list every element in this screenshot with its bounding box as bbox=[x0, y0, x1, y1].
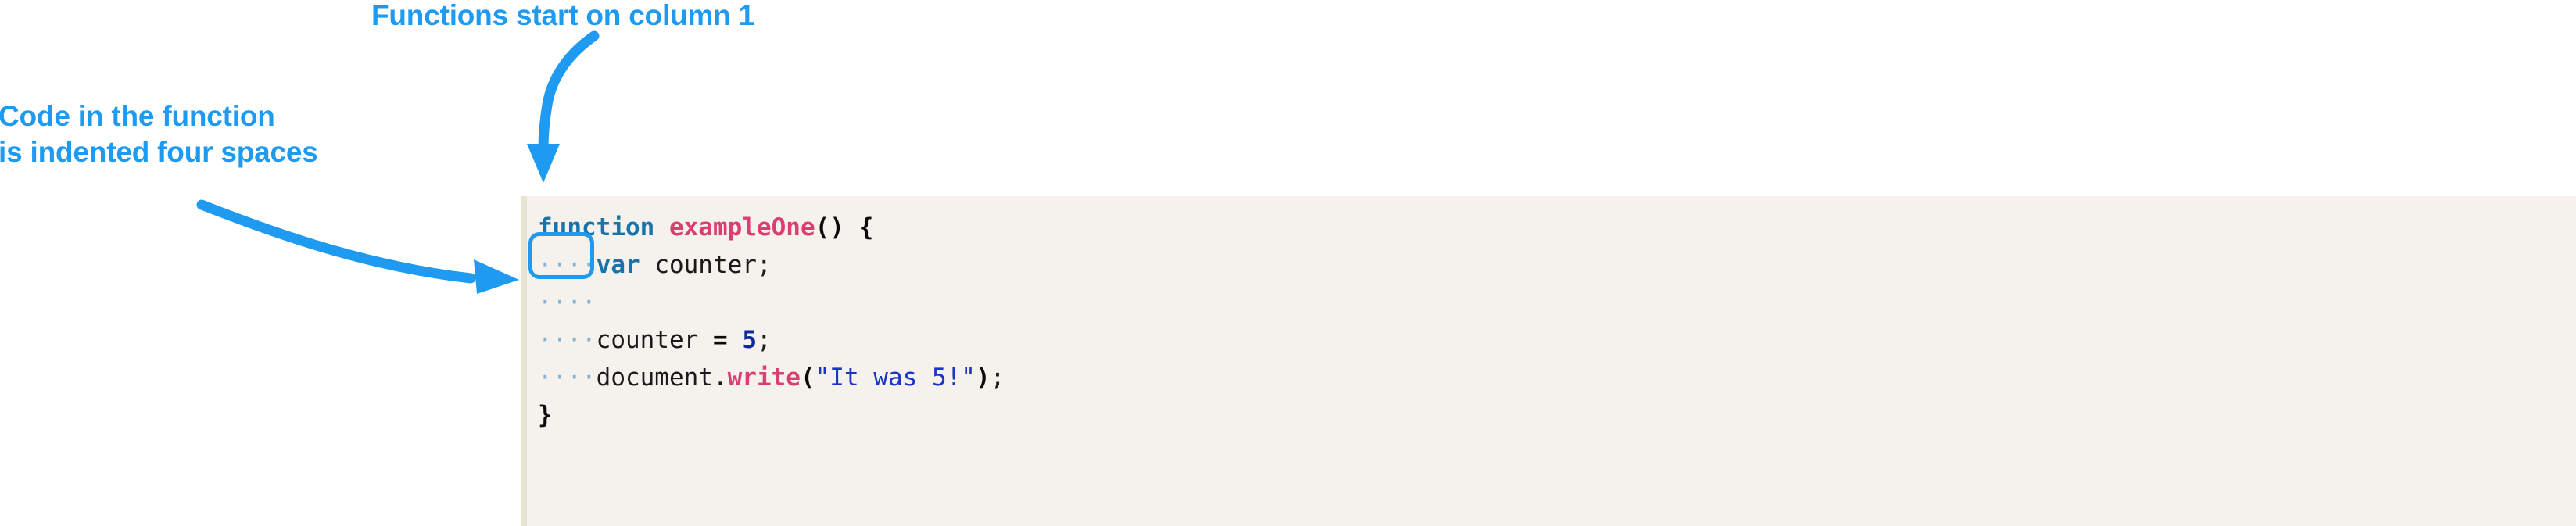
annotation-functions-start-on-column-1: Functions start on column 1 bbox=[371, 0, 755, 31]
code-token-plain: ; bbox=[756, 326, 772, 354]
code-line: function exampleOne() { bbox=[527, 209, 2576, 246]
curved-right-arrow-icon bbox=[196, 199, 519, 294]
code-token-fname: exampleOne bbox=[668, 213, 815, 242]
code-token-op: = bbox=[712, 326, 728, 354]
code-token-plain: document. bbox=[596, 363, 728, 392]
code-sample-block: function exampleOne() {····var counter; ·… bbox=[521, 196, 2576, 526]
code-token-plain: ; bbox=[756, 251, 772, 279]
code-token-punct: () bbox=[815, 213, 844, 242]
code-line: ···· bbox=[527, 284, 2576, 321]
code-line: ····document.write("It was 5!"); bbox=[527, 359, 2576, 396]
annotation-left-line2: is indented four spaces bbox=[0, 136, 318, 168]
annotation-left-line1: Code in the function bbox=[0, 100, 275, 132]
leading-whitespace-dots: ···· bbox=[538, 363, 597, 392]
code-line: } bbox=[527, 396, 2576, 434]
leading-whitespace-dots: ···· bbox=[538, 288, 597, 317]
code-token-method: write bbox=[727, 363, 801, 392]
code-token-punct: } bbox=[538, 401, 553, 429]
curved-down-arrow-icon bbox=[527, 30, 600, 183]
indentation-highlight-box bbox=[528, 232, 594, 279]
leading-whitespace-dots: ···· bbox=[538, 326, 597, 354]
code-token-plain: counter bbox=[640, 251, 757, 279]
code-token-kw: var bbox=[596, 251, 640, 279]
code-token-plain: counter bbox=[596, 326, 713, 354]
code-token-num: 5 bbox=[742, 326, 757, 354]
code-token-plain: ; bbox=[990, 363, 1005, 392]
code-token-punct: ( bbox=[800, 363, 815, 392]
code-line: ····counter = 5; bbox=[527, 321, 2576, 359]
code-token-string: "It was 5!" bbox=[815, 363, 976, 392]
code-token-punct: ) bbox=[975, 363, 991, 392]
code-token-punct: { bbox=[858, 213, 874, 242]
annotation-code-indented-four-spaces: Code in the function is indented four spa… bbox=[0, 98, 318, 170]
code-line: ····var counter; bbox=[527, 246, 2576, 284]
